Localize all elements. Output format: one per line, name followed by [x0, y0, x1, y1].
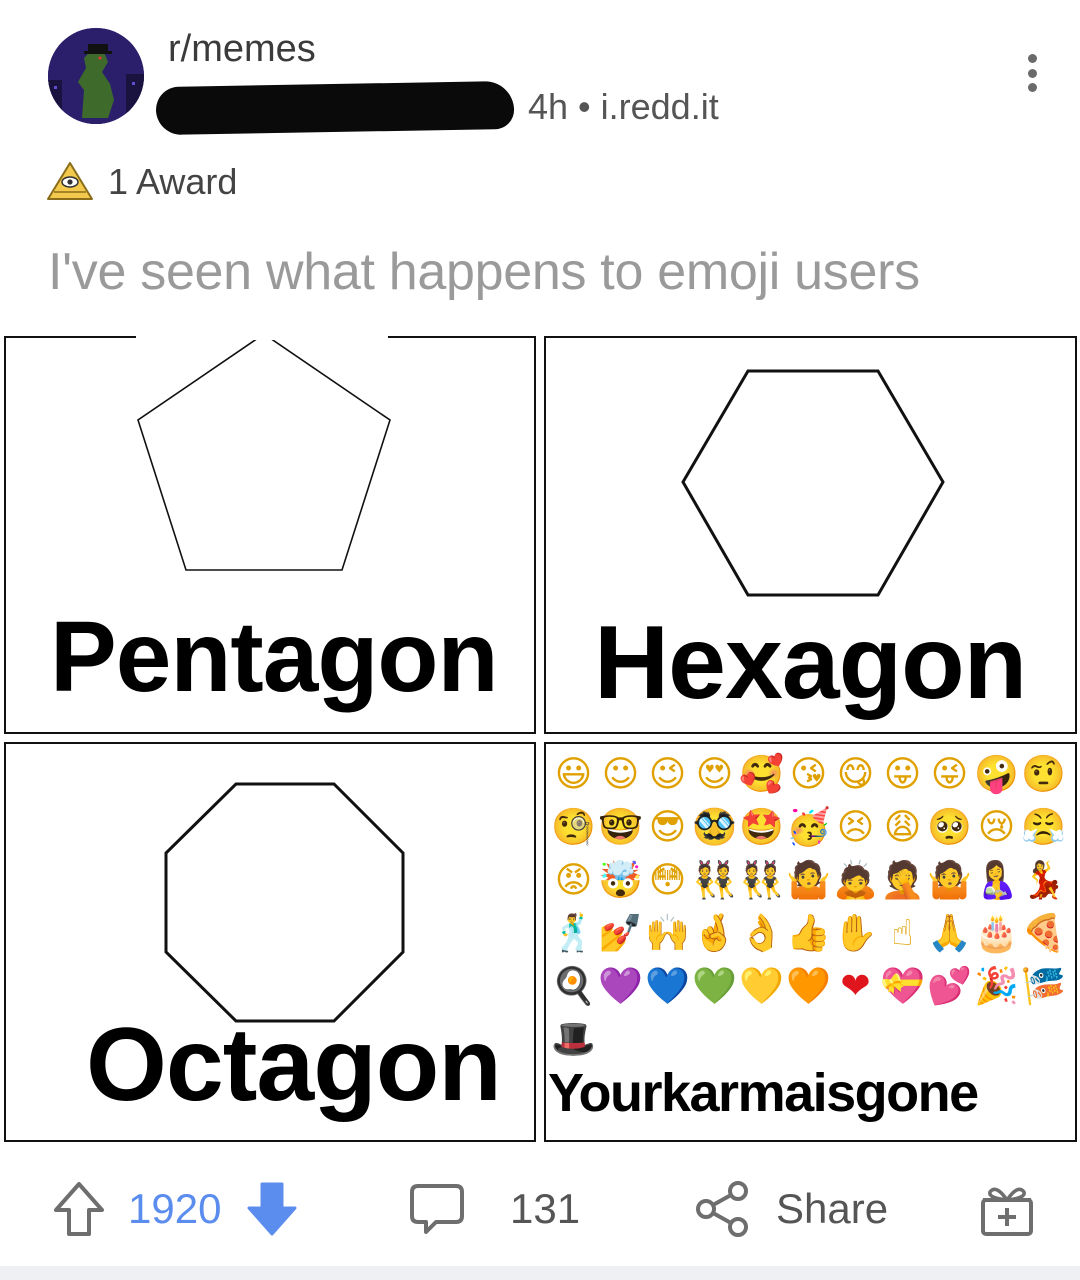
emoji-17: 😣 [836, 807, 875, 848]
emoji-6: 😋 [836, 754, 875, 795]
emoji-53: 🎉 [974, 966, 1019, 1007]
hexagon-panel: Hexagon [544, 336, 1077, 734]
pentagon-label: Pentagon [50, 601, 499, 713]
panel-border-gap [136, 332, 388, 340]
emoji-29: 🤦 [880, 860, 925, 901]
emoji-26: 👯 [739, 860, 784, 901]
emoji-19: 🥺 [927, 807, 972, 848]
pentagon-shape [137, 338, 391, 571]
upvote-icon[interactable] [52, 1180, 106, 1238]
emoji-5: 😘 [789, 754, 828, 795]
award-row[interactable]: 1 Award [46, 158, 237, 206]
emoji-0: 😃 [554, 754, 593, 795]
octagon-panel: Octagon [4, 742, 536, 1142]
emoji-16: 🥳 [786, 807, 831, 848]
emoji-38: 👍 [786, 913, 831, 954]
downvote-icon[interactable] [245, 1180, 299, 1238]
comments-button[interactable]: 131 [408, 1166, 580, 1252]
emoji-49: 🧡 [786, 966, 831, 1007]
subreddit-avatar[interactable] [48, 28, 144, 124]
emoji-47: 💚 [692, 966, 737, 1007]
hexagon-label: Hexagon [594, 605, 1027, 721]
emoji-36: 🤞 [692, 913, 737, 954]
emoji-50: ❤ [840, 966, 871, 1007]
emoji-3: 😍 [695, 754, 734, 795]
emoji-27: 🤷 [786, 860, 831, 901]
emoji-11: 🧐 [551, 807, 596, 848]
subreddit-name[interactable]: r/memes [168, 28, 316, 71]
emoji-15: 🤩 [739, 807, 784, 848]
emoji-12: 🤓 [598, 807, 643, 848]
emoji-42: 🎂 [974, 913, 1019, 954]
emoji-30: 🤷 [927, 860, 972, 901]
emoji-8: 😜 [930, 754, 969, 795]
vote-count: 1920 [128, 1185, 222, 1232]
emoji-45: 💜 [598, 966, 643, 1007]
octagon-label: Octagon [86, 1007, 502, 1123]
more-vertical-icon[interactable] [1012, 50, 1052, 96]
gift-icon [981, 1187, 1033, 1236]
emoji-48: 💛 [739, 966, 784, 1007]
comment-count: 131 [510, 1185, 581, 1232]
emoji-10: 🤨 [1021, 754, 1066, 795]
emoji-13: 😎 [648, 807, 687, 848]
emoji-25: 👯 [692, 860, 737, 901]
emoji-40: ☝ [891, 913, 914, 954]
emoji-grid: 😃 ☺ 😉 😍 🥰 😘 😋 😛 😜 🤪 🤨 🧐 🤓 😎 🥸 🤩 🥳 😣 😩 🥺 😢 😤 😡 🤯 😳 👯 👯 🤷 🙇 🤦 🤷 🤱 💃 🕺 💅 🙌 🤞 👌 👍 ✋… [550, 748, 1075, 1066]
emoji-33: 🕺 [551, 913, 596, 954]
emoji-18: 😩 [883, 807, 922, 848]
post-meta: 4h • i.redd.it [528, 86, 719, 127]
emoji-52: 💕 [927, 966, 972, 1007]
award-icon [47, 162, 93, 200]
emoji-51: 💝 [880, 966, 925, 1007]
emoji-31: 🤱 [974, 860, 1019, 901]
emoji-4: 🥰 [739, 754, 784, 795]
post-title[interactable]: I've seen what happens to emoji users [48, 242, 920, 302]
octagon-shape [164, 782, 405, 1023]
emoji-41: 🙏 [927, 913, 972, 954]
emoji-28: 🙇 [833, 860, 878, 901]
vote-group: 1920 [52, 1166, 299, 1252]
emoji-44: 🍳 [551, 966, 596, 1007]
gift-button[interactable] [978, 1166, 1036, 1252]
emoji-35: 🙌 [645, 913, 690, 954]
meme-image[interactable]: Pentagon Hexagon Octagon 😃 ☺ 😉 😍 🥰 😘 😋 😛 😜 🤪 🤨 🧐 🤓 😎 🥸… [0, 326, 1080, 1148]
emoji-46: 💙 [645, 966, 690, 1007]
emoji-55: 🎩 [551, 1019, 596, 1060]
emoji-22: 😡 [554, 860, 593, 901]
emoji-54: 🎏 [1021, 966, 1066, 1007]
emoji-43: 🍕 [1021, 913, 1066, 954]
emoji-2: 😉 [648, 754, 687, 795]
emoji-14: 🥸 [692, 807, 737, 848]
emoji-7: 😛 [883, 754, 922, 795]
emoji-37: 👌 [739, 913, 784, 954]
emoji-23: 🤯 [598, 860, 643, 901]
post-header: r/memes 4h • i.redd.it [0, 0, 1080, 150]
emoji-9: 🤪 [974, 754, 1019, 795]
comment-icon [410, 1184, 464, 1234]
share-label: Share [776, 1185, 889, 1232]
award-count: 1 Award [108, 161, 238, 202]
share-button[interactable]: Share [694, 1166, 888, 1252]
emoji-32: 💃 [1021, 860, 1066, 901]
emoji-34: 💅 [598, 913, 643, 954]
emoji-20: 😢 [977, 807, 1016, 848]
emoji-21: 😤 [1021, 807, 1066, 848]
bottom-divider [0, 1266, 1080, 1280]
emoji-panel: 😃 ☺ 😉 😍 🥰 😘 😋 😛 😜 🤪 🤨 🧐 🤓 😎 🥸 🤩 🥳 😣 😩 🥺 😢 😤 😡 🤯 😳 👯 👯 🤷 🙇 🤦 🤷 🤱 💃 🕺 💅 🙌 🤞 👌 👍 ✋… [544, 742, 1077, 1142]
pentagon-panel: Pentagon [4, 336, 536, 734]
emoji-24: 😳 [648, 860, 687, 901]
emoji-1: ☺ [601, 754, 640, 795]
emoji-39: ✋ [833, 913, 878, 954]
hexagon-shape [681, 369, 945, 597]
emoji-panel-label: Yourkarmaisgone [548, 1063, 979, 1123]
redacted-username [155, 80, 515, 136]
action-bar: 1920 131 Share [0, 1166, 1080, 1252]
godzilla-avatar-icon [48, 28, 144, 124]
share-icon [696, 1181, 748, 1237]
